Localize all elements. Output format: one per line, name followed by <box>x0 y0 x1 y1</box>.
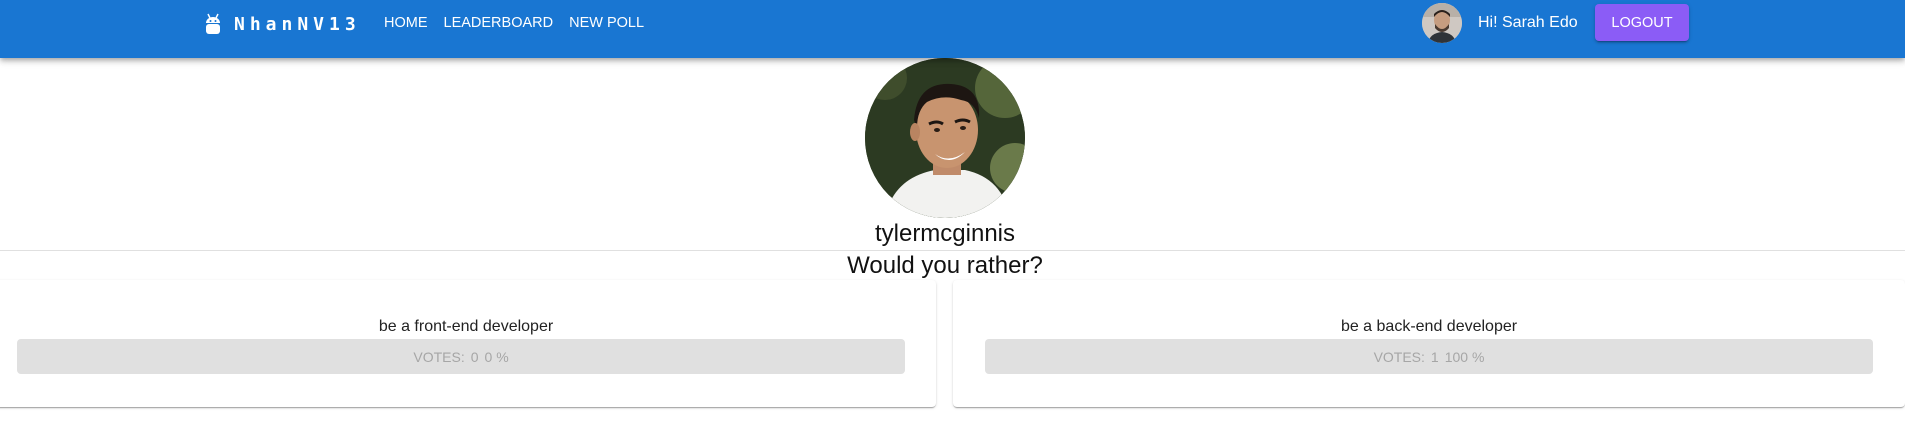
author-avatar <box>865 58 1025 218</box>
option-text: be a front-end developer <box>378 318 554 335</box>
nav-new-poll[interactable]: New Poll <box>561 9 652 37</box>
author-name: tylermcginnis <box>874 220 1016 247</box>
votes-count: 0 <box>470 348 479 365</box>
nav-home[interactable]: Home <box>376 9 436 37</box>
android-icon <box>206 13 220 34</box>
votes-count: 1 <box>1430 348 1439 365</box>
option-card-1: be a front-end developer Votes: 0 0 % <box>0 280 936 407</box>
vote-result-button: Votes: 0 0 % <box>17 339 905 374</box>
user-avatar-image <box>1422 3 1462 43</box>
user-area: Hi! Sarah Edo <box>1422 3 1578 43</box>
votes-label: Votes: <box>413 348 465 365</box>
logout-button[interactable]: Logout <box>1595 4 1689 41</box>
brand-logo[interactable]: NhanNV13 <box>204 12 361 36</box>
votes-label: Votes: <box>1373 348 1425 365</box>
main-nav: Home Leaderboard New Poll <box>376 0 652 46</box>
option-text: be a back-end developer <box>1340 318 1518 335</box>
app-bar: NhanNV13 Home Leaderboard New Poll Hi! S… <box>0 0 1905 58</box>
poll-question: Would you rather? <box>847 252 1043 279</box>
user-greeting: Hi! Sarah Edo <box>1478 14 1578 31</box>
nav-leaderboard[interactable]: Leaderboard <box>436 9 562 37</box>
vote-result-button: Votes: 1 100 % <box>985 339 1873 374</box>
author-avatar-image <box>865 58 1025 218</box>
divider <box>0 250 1905 251</box>
user-avatar <box>1422 3 1462 43</box>
option-card-2: be a back-end developer Votes: 1 100 % <box>953 280 1905 407</box>
votes-percent: 100 % <box>1444 348 1485 365</box>
brand-name: NhanNV13 <box>234 13 361 35</box>
votes-percent: 0 % <box>484 348 509 365</box>
